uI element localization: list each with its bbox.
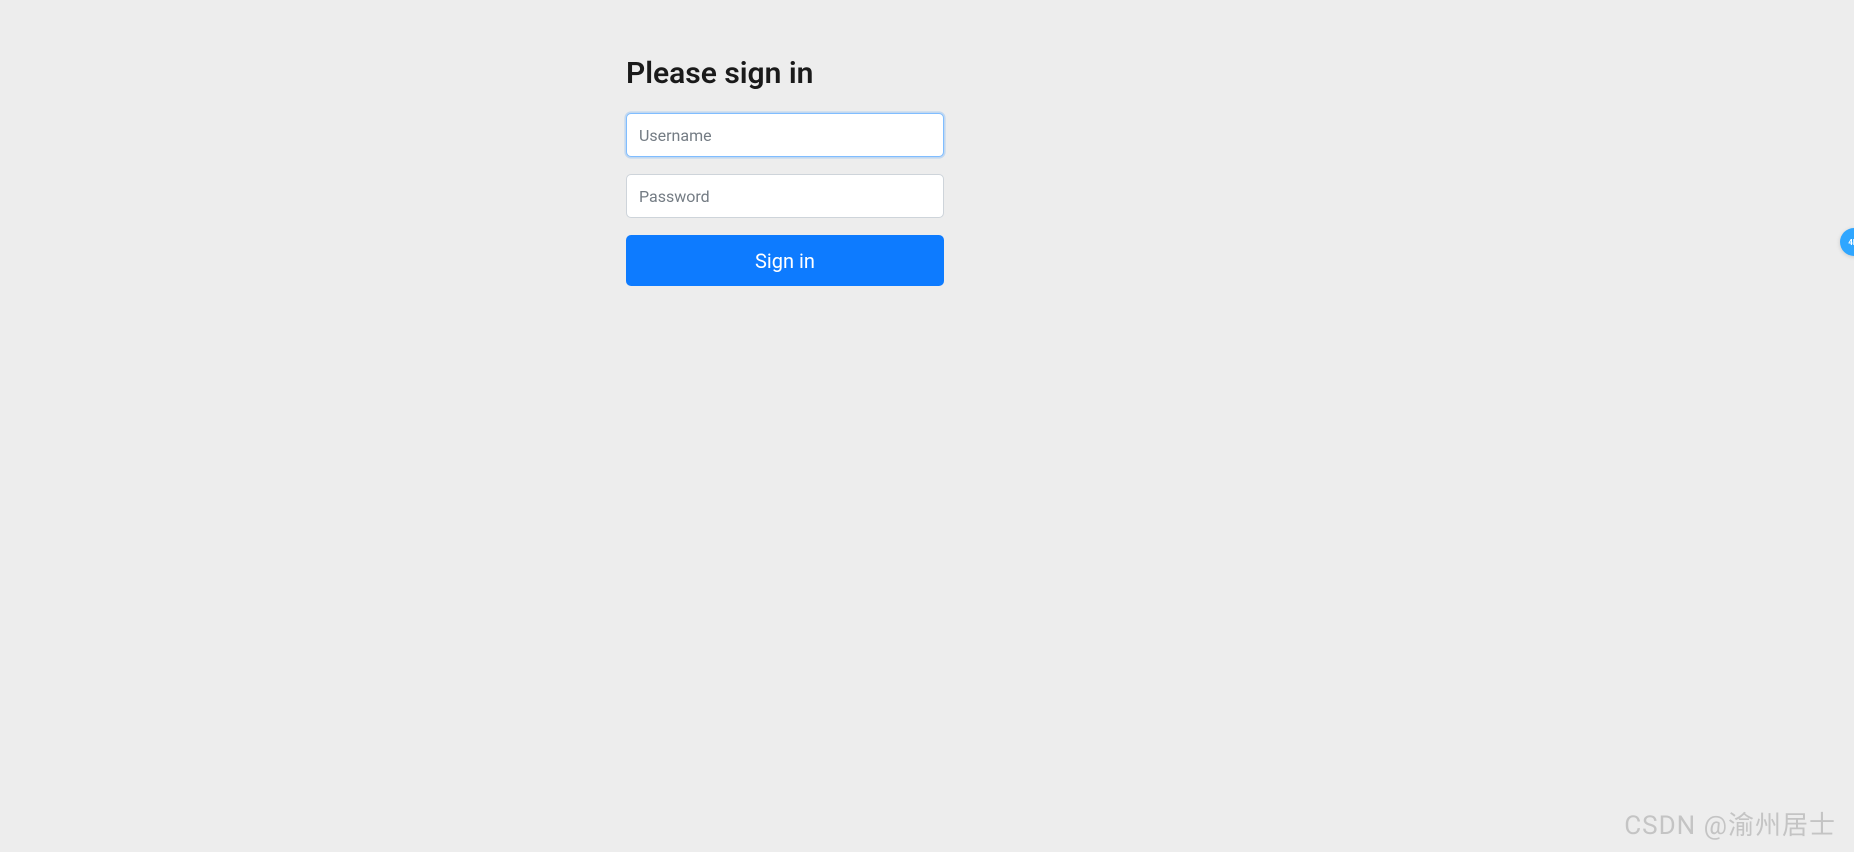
sign-in-button[interactable]: Sign in [626, 235, 944, 286]
page-title: Please sign in [626, 56, 944, 91]
login-form: Please sign in Sign in [626, 56, 944, 286]
username-input[interactable] [626, 113, 944, 157]
badge-label: 4M [1848, 238, 1854, 247]
watermark-text: CSDN @渝州居士 [1624, 805, 1836, 842]
password-input[interactable] [626, 174, 944, 218]
floating-badge[interactable]: 4M [1840, 228, 1854, 256]
